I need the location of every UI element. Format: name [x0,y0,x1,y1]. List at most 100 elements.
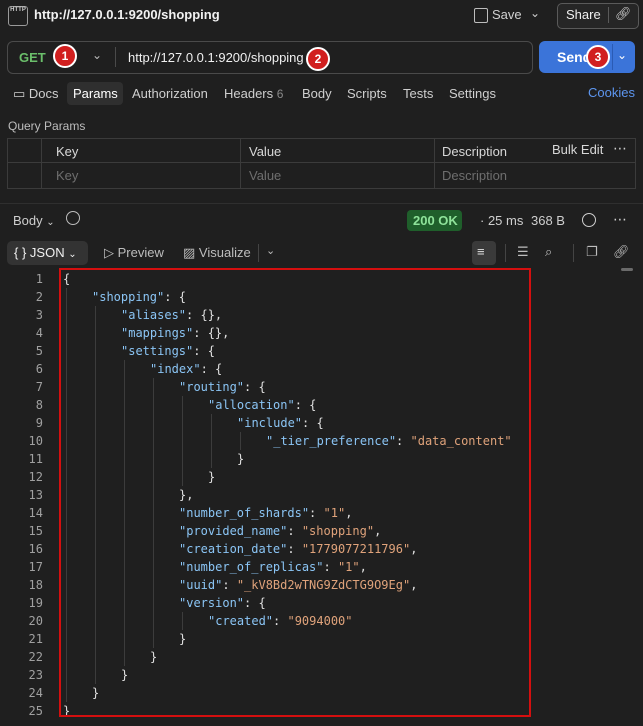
line-number: 19 [28,596,43,610]
line-number: 6 [35,362,43,376]
more-icon[interactable]: ⋯ [613,211,627,228]
highlight-box [59,268,531,717]
visualize-text: Visualize [198,245,251,260]
play-icon: ▷ [104,245,118,260]
description-input[interactable]: Description [442,168,507,183]
filter-icon[interactable]: ☰ [517,244,529,260]
chevron-down-icon[interactable]: ⌄ [617,48,627,62]
table-divider [41,138,42,188]
link-icon[interactable]: 🔗︎ [613,244,630,260]
body-label: Body [13,213,43,228]
wrap-icon: ≡ [477,244,485,259]
clock-icon: · [480,213,488,228]
line-number: 1 [35,272,43,286]
table-divider [434,138,435,188]
line-number: 12 [28,470,43,484]
column-value: Value [249,144,282,159]
line-number: 10 [28,434,43,448]
line-number: 21 [28,632,43,646]
line-number: 11 [28,452,43,466]
more-icon[interactable]: ⋯ [613,140,627,157]
headers-count: 6 [276,87,284,101]
share-button[interactable]: Share [566,7,601,22]
column-description: Description [442,144,508,159]
url-input[interactable]: http://127.0.0.1:9200/shopping [128,50,304,65]
marker-2: 2 [306,47,330,71]
tab-headers[interactable]: Headers 6 [224,86,283,101]
copy-icon[interactable]: ❐ [586,244,598,260]
link-icon[interactable]: 🔗︎ [615,6,632,22]
request-title[interactable]: http://127.0.0.1:9200/shopping [34,7,220,22]
save-icon [474,8,488,23]
save-button[interactable]: Save [492,7,522,22]
json-text: JSON [29,245,65,260]
line-number: 18 [28,578,43,592]
method-select[interactable]: GET [19,50,46,65]
cookies-link[interactable]: Cookies [588,85,635,100]
section-divider [0,203,643,204]
tab-docs[interactable]: ▭ Docs [13,86,59,102]
url-divider [115,47,116,67]
line-number: 7 [35,380,43,394]
braces-icon: { } [14,245,30,260]
chevron-down-icon[interactable]: ⌄ [266,244,275,257]
line-number: 5 [35,344,43,358]
history-icon[interactable] [66,211,80,225]
line-number: 8 [35,398,43,412]
line-number: 3 [35,308,43,322]
value-input[interactable]: Value [249,168,281,183]
tab-settings[interactable]: Settings [449,86,496,101]
tab-label: Docs [28,86,59,101]
column-key: Key [56,144,79,159]
toolbar-divider [573,244,574,262]
response-size: 368 B [531,213,565,228]
chevron-down-icon: ⌄ [46,217,55,228]
line-number: 13 [28,488,43,502]
chevron-down-icon[interactable]: ⌄ [530,6,540,20]
tab-params[interactable]: Params [73,86,118,101]
view-visualize-button[interactable]: ▨ Visualize [183,245,251,261]
key-input[interactable]: Key [56,168,78,183]
chevron-down-icon[interactable]: ⌄ [92,48,102,62]
table-divider [240,138,241,188]
line-number: 15 [28,524,43,538]
status-code: 200 OK [413,213,458,228]
line-number: 9 [35,416,43,430]
toolbar-divider [505,244,506,262]
toolbar-divider [258,244,259,262]
view-preview-button[interactable]: ▷ Preview [104,245,164,261]
view-json-label: { } JSON ⌄ [14,245,77,260]
search-icon[interactable]: ⌕ [545,244,552,260]
image-icon: ▨ [183,245,199,260]
marker-1: 1 [53,44,77,68]
share-divider [608,7,609,23]
line-number: 22 [28,650,43,664]
line-number: 14 [28,506,43,520]
globe-icon[interactable] [582,213,596,227]
chevron-down-icon: ⌄ [68,249,77,260]
marker-3: 3 [586,45,610,69]
line-number: 24 [28,686,43,700]
line-number: 25 [28,704,43,718]
tab-tests[interactable]: Tests [403,86,433,101]
send-divider [612,44,613,70]
scrollbar[interactable] [621,268,633,271]
time-value: 25 ms [487,213,524,228]
tab-body[interactable]: Body [302,86,332,101]
bulk-edit-button[interactable]: Bulk Edit [552,142,603,157]
query-params-table [7,138,636,189]
response-time: · 25 ms [480,213,523,228]
tab-authorization[interactable]: Authorization [132,86,208,101]
line-number: 23 [28,668,43,682]
query-params-title: Query Params [8,119,86,133]
response-body-select[interactable]: Body ⌄ [13,213,55,228]
preview-text: Preview [117,245,164,260]
line-number: 17 [28,560,43,574]
line-number: 20 [28,614,43,628]
table-divider [7,162,635,163]
line-number: 2 [35,290,43,304]
line-number: 16 [28,542,43,556]
http-icon: HTTP [8,6,28,26]
tab-label: Headers [224,86,274,101]
tab-scripts[interactable]: Scripts [347,86,387,101]
